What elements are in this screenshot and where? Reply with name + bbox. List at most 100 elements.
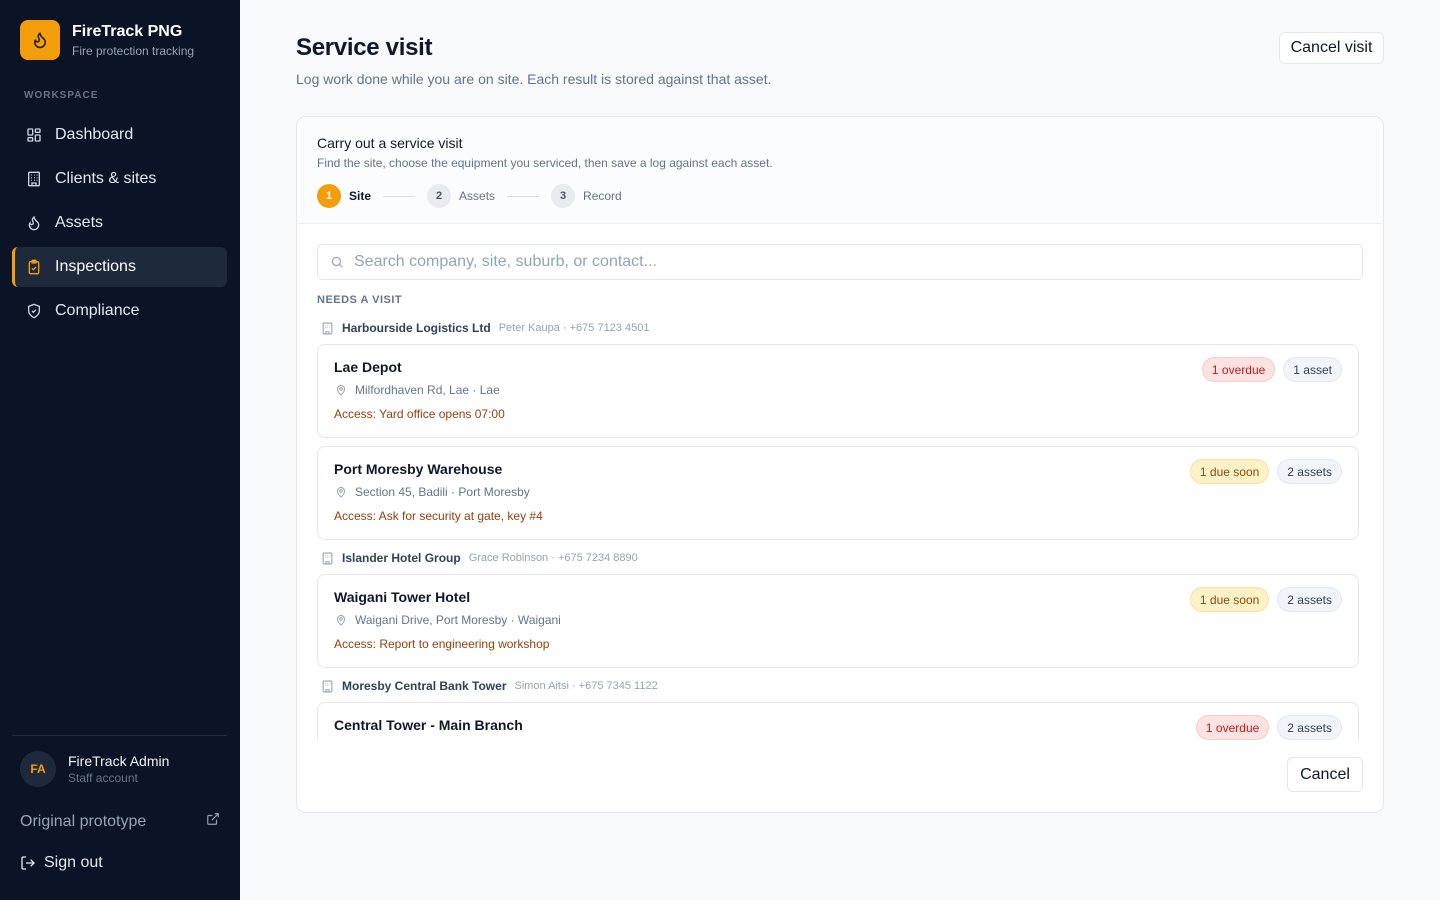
client-contact: Simon Aitsi · +675 7345 1122: [514, 680, 658, 692]
site-address-text: Waigani Drive, Port Moresby · Waigani: [355, 613, 561, 627]
sidebar-item-label: Assets: [55, 214, 104, 231]
sidebar-item-clients-sites[interactable]: Clients & sites: [12, 159, 227, 199]
map-pin-icon: [335, 614, 347, 626]
client-name: Moresby Central Bank Tower: [342, 679, 507, 693]
card-header: Carry out a service visit Find the site,…: [297, 117, 1383, 224]
client-header: Moresby Central Bank Tower Simon Aitsi ·…: [317, 676, 1363, 696]
client-contact: Grace Robinson · +675 7234 8890: [468, 552, 638, 564]
card-title: Carry out a service visit: [317, 135, 463, 151]
site-card-lae-depot[interactable]: Lae Depot Milfordhaven Rd, Lae · Lae Acc…: [317, 344, 1359, 438]
site-badges: 1 due soon 2 assets: [1182, 459, 1342, 484]
asset-count-badge: 2 assets: [1277, 715, 1342, 740]
brand-subtitle: Fire protection tracking: [72, 43, 195, 58]
status-badge: 1 due soon: [1189, 587, 1270, 612]
site-name: Waigani Tower Hotel: [334, 589, 471, 605]
site-address: Section 45, Badili · Port Moresby: [334, 485, 530, 499]
building-icon: [26, 171, 42, 187]
brand-name: FireTrack PNG: [72, 22, 183, 40]
card-description: Find the site, choose the equipment you …: [317, 156, 773, 170]
search-icon: [330, 255, 344, 269]
status-badge: 1 overdue: [1201, 357, 1276, 382]
grid-icon: [26, 127, 42, 143]
sidebar-item-label: Clients & sites: [55, 170, 157, 187]
site-name: Port Moresby Warehouse: [334, 461, 503, 477]
site-badges: 1 due soon 2 assets: [1182, 587, 1342, 612]
workspace-label: WORKSPACE: [24, 90, 99, 101]
log-out-icon: [20, 855, 36, 871]
site-address: Waigani Drive, Port Moresby · Waigani: [334, 613, 561, 627]
sidebar-item-inspections[interactable]: Inspections: [12, 247, 227, 287]
map-pin-icon: [335, 384, 347, 396]
asset-count-badge: 2 assets: [1277, 459, 1342, 484]
site-card-central-tower[interactable]: Central Tower - Main Branch 1 overdue 2 …: [317, 702, 1359, 740]
site-address-text: Milfordhaven Rd, Lae · Lae: [355, 383, 500, 397]
user-role: Staff account: [68, 771, 138, 785]
site-badges: 1 overdue 2 assets: [1188, 715, 1342, 740]
status-badge: 1 due soon: [1189, 459, 1270, 484]
site-access: Access: Yard office opens 07:00: [334, 407, 505, 421]
client-contact: Peter Kaupa · +675 7123 4501: [498, 322, 650, 334]
step-number: 2: [427, 184, 452, 208]
original-prototype-link[interactable]: Original prototype: [20, 812, 220, 831]
status-badge: 1 overdue: [1195, 715, 1270, 740]
brand[interactable]: FireTrack PNG Fire protection tracking: [20, 20, 194, 60]
needs-visit-label: NEEDS A VISIT: [317, 294, 403, 306]
map-pin-icon: [335, 486, 347, 498]
service-visit-card: Carry out a service visit Find the site,…: [296, 116, 1384, 813]
site-badges: 1 overdue 1 asset: [1194, 357, 1342, 382]
user-account[interactable]: FA FireTrack Admin Staff account: [20, 751, 169, 787]
building-icon: [321, 680, 334, 693]
asset-count-badge: 2 assets: [1277, 587, 1342, 612]
step-label: Record: [583, 189, 622, 203]
client-name: Harbourside Logistics Ltd: [342, 321, 491, 335]
card-footer: Cancel: [297, 740, 1383, 812]
site-card-waigani-tower-hotel[interactable]: Waigani Tower Hotel Waigani Drive, Port …: [317, 574, 1359, 668]
site-access: Access: Report to engineering workshop: [334, 637, 550, 651]
client-name: Islander Hotel Group: [342, 551, 461, 565]
sign-out-button[interactable]: Sign out: [20, 854, 103, 872]
site-address-text: Section 45, Badili · Port Moresby: [355, 485, 530, 499]
site-name: Lae Depot: [334, 359, 402, 375]
original-prototype-label: Original prototype: [20, 812, 147, 830]
user-name: FireTrack Admin: [68, 753, 170, 769]
site-card-port-moresby-warehouse[interactable]: Port Moresby Warehouse Section 45, Badil…: [317, 446, 1359, 540]
sidebar-item-label: Dashboard: [55, 126, 134, 143]
client-header: Islander Hotel Group Grace Robinson · +6…: [317, 548, 1363, 568]
building-icon: [321, 322, 334, 335]
client-header: Harbourside Logistics Ltd Peter Kaupa · …: [317, 318, 1363, 338]
shield-check-icon: [26, 303, 42, 319]
sidebar: FireTrack PNG Fire protection tracking W…: [0, 0, 240, 900]
asset-count-badge: 1 asset: [1283, 357, 1342, 382]
step-assets: 2 Assets: [427, 184, 495, 208]
page-title: Service visit: [296, 34, 433, 61]
sidebar-nav: Dashboard Clients & sites Assets Inspect…: [12, 115, 227, 335]
site-list: NEEDS A VISIT Harbourside Logistics Ltd …: [317, 294, 1363, 740]
clipboard-check-icon: [26, 259, 42, 275]
site-search[interactable]: [317, 244, 1363, 280]
step-label: Site: [349, 189, 372, 203]
sidebar-item-compliance[interactable]: Compliance: [12, 291, 227, 331]
step-record: 3 Record: [551, 184, 622, 208]
step-connector: [507, 195, 540, 197]
page-subtitle: Log work done while you are on site. Eac…: [296, 71, 772, 87]
sidebar-divider: [12, 735, 227, 736]
search-input[interactable]: [354, 253, 1314, 271]
site-address: Milfordhaven Rd, Lae · Lae: [334, 383, 500, 397]
stepper: 1 Site 2 Assets 3 Record: [317, 184, 622, 208]
sign-out-label: Sign out: [44, 854, 103, 871]
cancel-visit-button[interactable]: Cancel visit: [1279, 32, 1384, 64]
step-number: 3: [551, 184, 576, 208]
sidebar-item-label: Inspections: [55, 258, 136, 275]
sidebar-item-assets[interactable]: Assets: [12, 203, 227, 243]
site-access: Access: Ask for security at gate, key #4: [334, 509, 543, 523]
flame-logo-icon: [20, 20, 60, 60]
step-site: 1 Site: [317, 184, 371, 208]
flame-icon: [26, 215, 42, 231]
external-link-icon: [206, 812, 220, 831]
site-name: Central Tower - Main Branch: [334, 717, 523, 733]
sidebar-item-label: Compliance: [55, 302, 140, 319]
step-label: Assets: [459, 189, 496, 203]
cancel-button[interactable]: Cancel: [1287, 757, 1363, 792]
building-icon: [321, 552, 334, 565]
sidebar-item-dashboard[interactable]: Dashboard: [12, 115, 227, 155]
